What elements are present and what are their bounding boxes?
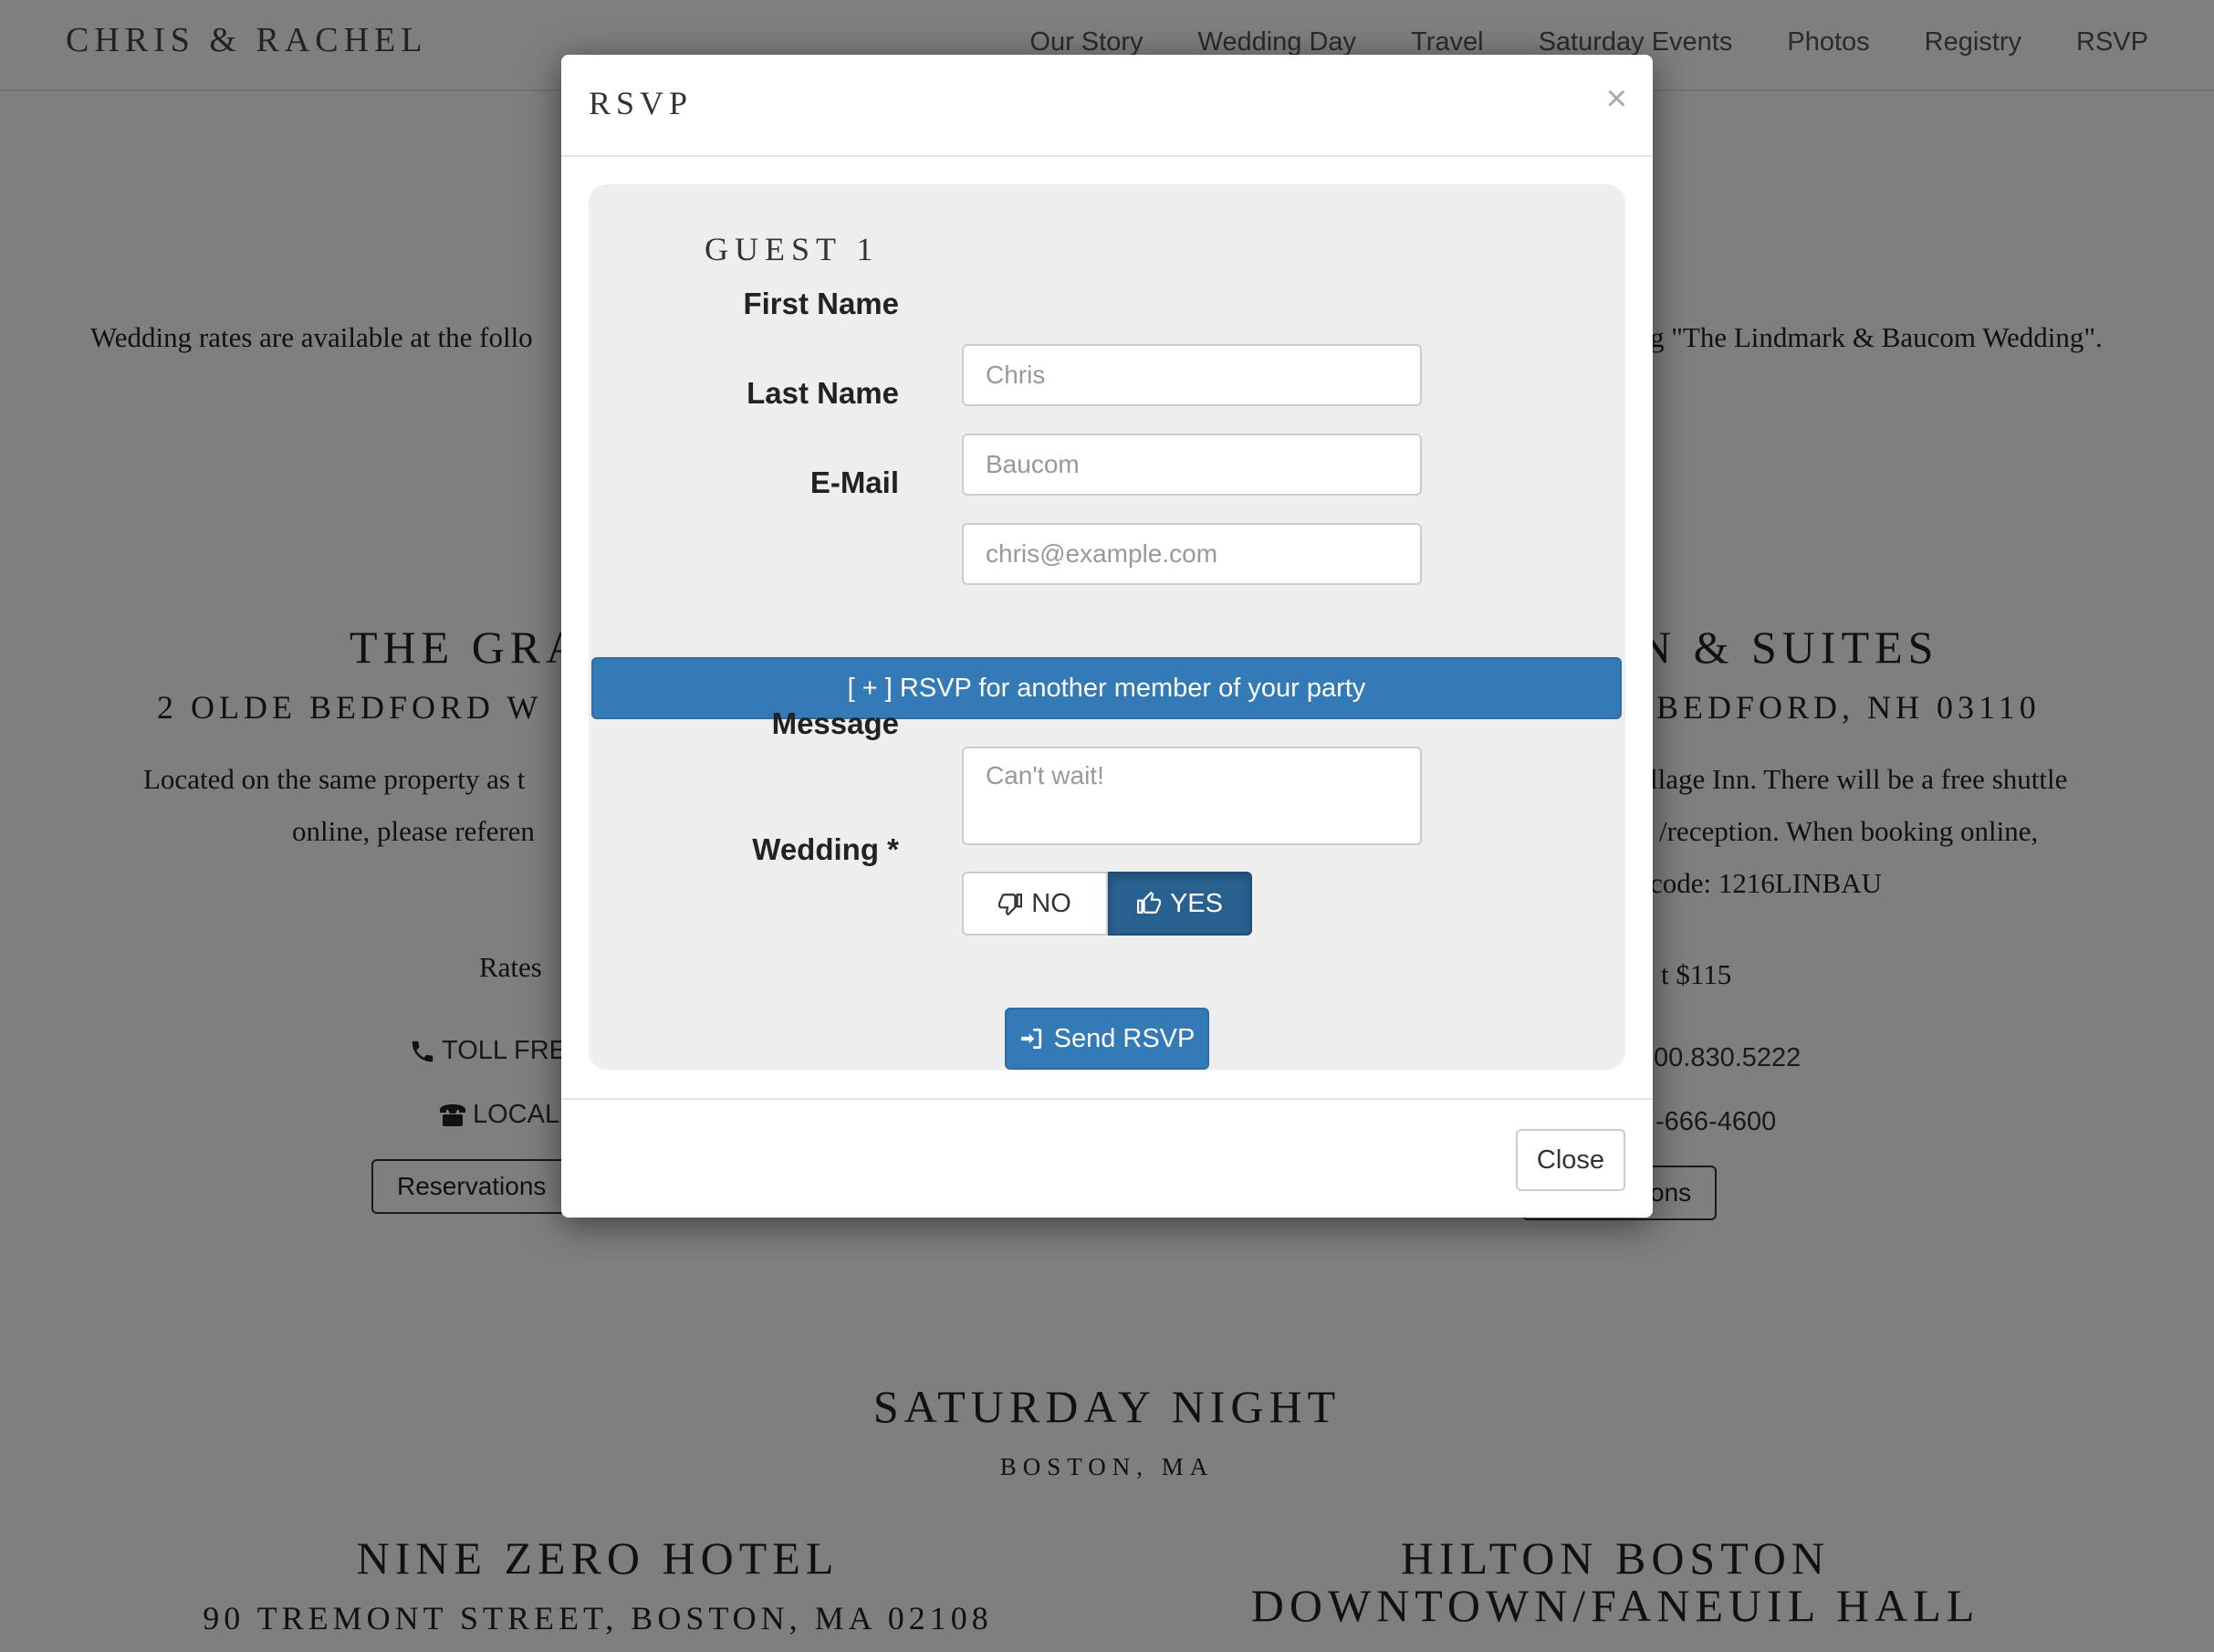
thumbs-up-icon bbox=[1137, 892, 1161, 914]
message-textarea[interactable] bbox=[962, 747, 1422, 845]
wedding-label: Wedding * bbox=[752, 832, 899, 866]
rsvp-form: GUEST 1 First Name Last Name E-Mail [ + … bbox=[589, 184, 1625, 1070]
wedding-toggle: NO YES bbox=[962, 872, 1252, 936]
send-rsvp-button[interactable]: Send RSVP bbox=[1005, 1008, 1209, 1070]
message-label: Message bbox=[771, 706, 899, 740]
email-input[interactable] bbox=[962, 523, 1422, 585]
rsvp-modal: RSVP × GUEST 1 First Name Last Name E-Ma… bbox=[561, 55, 1653, 1218]
last-name-label: Last Name bbox=[747, 376, 899, 410]
yes-label: YES bbox=[1169, 888, 1223, 918]
close-icon[interactable]: × bbox=[1606, 78, 1627, 120]
close-button[interactable]: Close bbox=[1516, 1129, 1625, 1191]
modal-header: RSVP × bbox=[561, 55, 1653, 157]
thumbs-down-icon bbox=[998, 894, 1023, 915]
no-label: NO bbox=[1031, 888, 1071, 918]
no-button[interactable]: NO bbox=[962, 872, 1108, 936]
yes-button[interactable]: YES bbox=[1108, 872, 1252, 936]
sign-in-icon bbox=[1020, 1028, 1041, 1050]
last-name-input[interactable] bbox=[962, 434, 1422, 496]
first-name-label: First Name bbox=[743, 287, 899, 320]
modal-footer: Close bbox=[561, 1098, 1653, 1218]
modal-title: RSVP bbox=[589, 85, 694, 121]
first-name-input[interactable] bbox=[962, 344, 1422, 406]
guest-heading: GUEST 1 bbox=[705, 231, 880, 267]
send-rsvp-label: Send RSVP bbox=[1053, 1023, 1196, 1053]
email-label: E-Mail bbox=[809, 465, 899, 499]
page: CHRIS & RACHEL Our Story Wedding Day Tra… bbox=[0, 0, 2214, 1652]
